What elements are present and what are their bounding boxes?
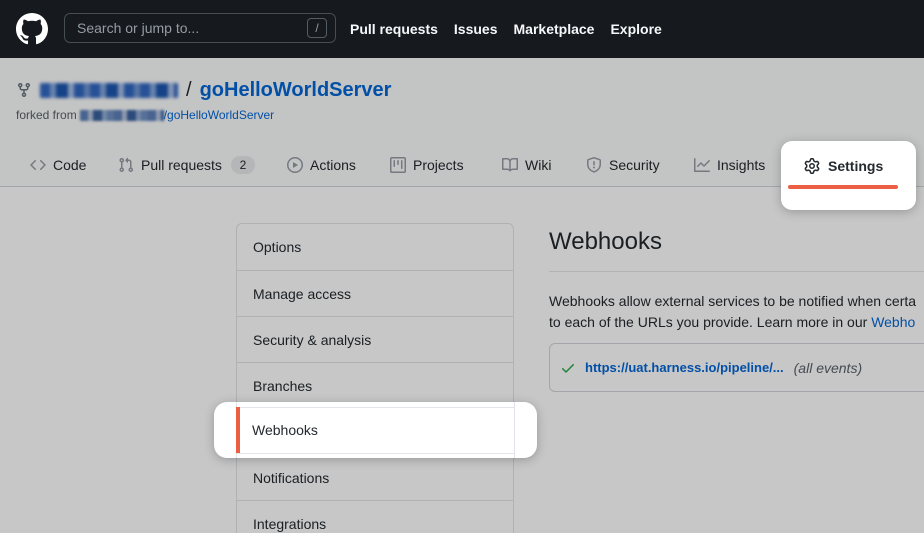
- nav-explore[interactable]: Explore: [610, 21, 661, 37]
- dim-overlay: [0, 58, 924, 533]
- sidebar-right-border: [514, 402, 515, 458]
- active-item-indicator: [236, 407, 240, 453]
- github-settings-page: Search or jump to... / Pull requests Iss…: [0, 0, 924, 533]
- search-placeholder: Search or jump to...: [77, 20, 307, 36]
- nav-pull-requests[interactable]: Pull requests: [350, 21, 438, 37]
- tab-settings[interactable]: Settings: [804, 158, 883, 174]
- item-bottom-border: [236, 453, 514, 454]
- settings-tab-highlight: Settings: [781, 141, 916, 210]
- nav-issues[interactable]: Issues: [454, 21, 498, 37]
- webhooks-menu-highlight: Webhooks: [214, 402, 537, 458]
- github-logo-icon[interactable]: [16, 13, 48, 45]
- slash-shortcut-key: /: [307, 18, 327, 38]
- gear-icon: [804, 158, 820, 174]
- sidebar-item-webhooks[interactable]: Webhooks: [252, 407, 318, 453]
- nav-marketplace[interactable]: Marketplace: [514, 21, 595, 37]
- global-nav: Pull requests Issues Marketplace Explore: [350, 0, 662, 58]
- active-tab-underline: [788, 185, 898, 189]
- global-header: Search or jump to... / Pull requests Iss…: [0, 0, 924, 58]
- search-input[interactable]: Search or jump to... /: [64, 13, 336, 43]
